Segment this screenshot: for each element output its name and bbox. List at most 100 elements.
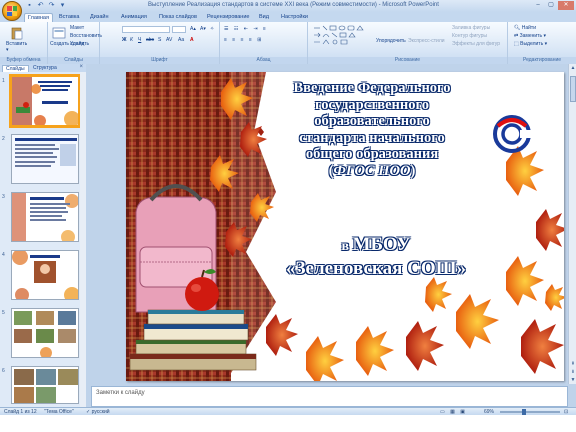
notes-pane[interactable]: Заметки к слайду [91,386,568,407]
next-slide-icon[interactable]: ⇟ [569,368,576,376]
title-bar: ▪ ↶ ↷ ▾ Выступление Реализация стандарто… [0,0,576,21]
paste-dropdown-icon[interactable]: ▾ [6,47,9,54]
list-buttons[interactable]: ☰ ☷ ⇤ ⇥ ≡ [224,26,268,33]
tab-settings[interactable]: Настройки [278,13,311,22]
close-icon[interactable]: ✕ [558,1,574,10]
font-color-button[interactable]: A [190,37,194,44]
title-line-5: общего образования [305,146,439,162]
ribbon-tabs: Главная Вставка Дизайн Анимация Показ сл… [0,12,576,23]
drawing-group: Упорядочить Экспресс-стили Заливка фигур… [308,22,508,64]
paste-button[interactable]: Вставить [6,41,27,48]
undo-icon[interactable]: ↶ [36,1,45,10]
new-slide-icon[interactable] [52,26,66,40]
bold-button[interactable]: Ж [122,37,127,44]
quick-access-toolbar: ▪ ↶ ↷ ▾ [25,1,67,10]
subtitle-prefix: в [341,239,353,254]
spacing-button[interactable]: AV [166,37,172,44]
font-size-field[interactable] [172,26,186,33]
slide-thumbnail-3[interactable] [11,192,79,242]
save-icon[interactable]: ▪ [25,1,34,10]
slide-subtitle[interactable]: в МБОУ «Зеленовская СОШ» [256,234,496,280]
slide-thumbnail-2[interactable] [11,134,79,184]
tab-slideshow[interactable]: Показ слайдов [156,13,200,22]
quick-styles-button[interactable]: Экспресс-стили [408,38,445,45]
strike-button[interactable]: abc [146,37,154,44]
title-abbreviation: ФГОС НОО [333,162,411,179]
status-bar: Слайд 1 из 12 "Тема Office" ✓ русский ▭ … [0,407,576,415]
tab-insert[interactable]: Вставка [56,13,82,22]
layout-button[interactable]: Макет [70,25,84,32]
slides-group: Создать слайд Макет Восстановить Удалить… [48,22,102,64]
tab-review[interactable]: Рецензирование [204,13,252,22]
slide-thumbnail-5[interactable] [11,308,79,358]
office-button[interactable] [2,1,22,21]
slide-thumbnail-1[interactable] [9,74,81,128]
shrink-font-icon[interactable]: A▾ [200,26,206,33]
slide-number: 5 [2,310,5,316]
arrange-button[interactable]: Упорядочить [376,38,406,45]
slide-number: 3 [2,194,5,200]
zoom-slider[interactable] [500,411,560,413]
slide-number: 4 [2,252,5,258]
scroll-down-icon[interactable]: ▼ [569,376,576,384]
maximize-icon[interactable]: ▢ [545,1,557,10]
window-controls: – ▢ ✕ [532,1,574,10]
slide-number: 1 [2,78,5,84]
shape-fill-button[interactable]: Заливка фигуры [452,25,490,32]
paragraph-label: Абзац [220,57,307,64]
font-name-field[interactable] [122,26,170,33]
tab-outline[interactable]: Структура [30,65,60,72]
shape-effects-button[interactable]: Эффекты для фигур [452,41,500,48]
clear-format-icon[interactable]: ✧ [210,26,214,33]
tab-animation[interactable]: Анимация [118,13,150,22]
replace-button[interactable]: ⇄ Заменить ▾ [514,33,546,40]
shape-outline-button[interactable]: Контур фигуры [452,33,487,40]
dropdown-icon[interactable]: ▾ [58,1,67,10]
slide-thumbnail-4[interactable] [11,250,79,300]
clipboard-label: Буфер обмена [0,57,47,64]
italic-button[interactable]: К [130,37,133,44]
redo-icon[interactable]: ↷ [47,1,56,10]
thumbnails-scrollbar[interactable] [80,72,86,407]
reset-button[interactable]: Восстановить [70,33,102,40]
notes-placeholder: Заметки к слайду [96,390,145,396]
title-line-1: Введение Федерального [293,80,451,96]
paste-icon[interactable] [10,26,24,40]
title-line-4: стандарта начального [299,129,445,146]
slides-label: Слайды [48,57,99,64]
scroll-up-icon[interactable]: ▲ [569,64,576,72]
align-buttons[interactable]: ≡ ≡ ≡ ≡ ⊞ [224,37,263,44]
slide-title[interactable]: Введение Федерального государственного о… [252,80,492,179]
tab-view[interactable]: Вид [256,13,272,22]
find-label: Найти [521,25,537,31]
shapes-gallery-icon[interactable] [312,25,372,47]
close-panel-icon[interactable]: × [79,64,83,70]
slides-panel: Слайды Структура × 1 2 3 4 5 6 [0,64,86,407]
current-slide[interactable]: Введение Федерального государственного о… [126,72,564,381]
editing-group: 🔍︎ Найти ⇄ Заменить ▾ ⬚ Выделить ▾ Редак… [508,22,576,64]
paragraph-group: ☰ ☷ ⇤ ⇥ ≡ ≡ ≡ ≡ ≡ ⊞ Абзац [220,22,308,64]
underline-button[interactable]: Ч [138,37,141,44]
case-button[interactable]: Aa [178,37,184,44]
tab-design[interactable]: Дизайн [87,13,112,22]
find-button[interactable]: 🔍︎ Найти [514,25,536,32]
scroll-thumb[interactable] [570,76,576,102]
grow-font-icon[interactable]: A▴ [190,26,196,33]
tab-slides[interactable]: Слайды [2,65,29,72]
editor-scrollbar[interactable]: ▲ ⇞ ⇟ ▼ [568,64,576,384]
title-line-6: (ФГОС НОО) [252,163,492,180]
drawing-label: Рисование [308,57,507,64]
delete-slide-button[interactable]: Удалить [70,41,89,48]
editing-label: Редактирование [508,57,576,64]
find-icon: 🔍︎ [514,25,521,31]
slide-thumbnail-6[interactable] [11,366,79,404]
shadow-button[interactable]: S [158,37,161,44]
font-label: Шрифт [100,57,219,64]
subtitle-line-1: в МБОУ [256,234,496,258]
title-line-3: образовательного [314,113,430,129]
minimize-icon[interactable]: – [532,1,544,10]
title-paren-close: ) [410,162,416,179]
prev-slide-icon[interactable]: ⇞ [569,360,576,368]
select-button[interactable]: ⬚ Выделить ▾ [514,41,547,48]
slide-number: 2 [2,136,5,142]
